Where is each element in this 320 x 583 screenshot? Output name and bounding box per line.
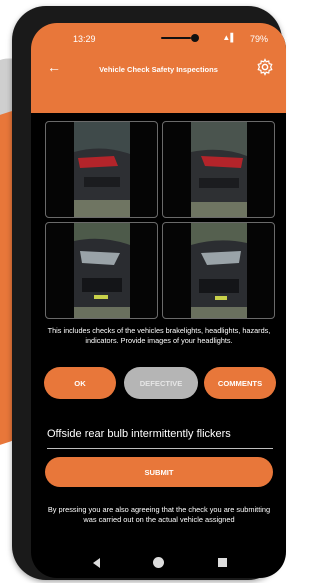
photo-grid bbox=[45, 121, 275, 319]
photo-tile-front-left[interactable] bbox=[45, 222, 158, 319]
status-time: 13:29 bbox=[73, 34, 96, 44]
photo-tile-rear-right[interactable] bbox=[162, 121, 275, 218]
status-bar: 13:29 ▲▌ 79% bbox=[31, 23, 286, 49]
android-nav-bar bbox=[31, 548, 286, 578]
app-header: 13:29 ▲▌ 79% ← Vehicle Check Safety Insp… bbox=[31, 23, 286, 113]
nav-home-icon[interactable] bbox=[153, 557, 164, 568]
page-title: Vehicle Check Safety Inspections bbox=[99, 65, 218, 74]
title-bar: ← Vehicle Check Safety Inspections bbox=[31, 49, 286, 89]
check-description: This includes checks of the vehicles bra… bbox=[47, 326, 271, 345]
camera-dot bbox=[191, 34, 199, 42]
headlight-image bbox=[74, 223, 130, 318]
defective-button[interactable]: DEFECTIVE bbox=[124, 367, 198, 399]
photo-tile-front-right[interactable] bbox=[162, 222, 275, 319]
ok-button[interactable]: OK bbox=[44, 367, 116, 399]
speaker-notch bbox=[161, 37, 191, 39]
nav-back-icon[interactable] bbox=[93, 558, 100, 568]
nav-recent-apps-icon[interactable] bbox=[218, 558, 227, 567]
photo-tile-rear-left[interactable] bbox=[45, 121, 158, 218]
phone-frame: 13:29 ▲▌ 79% ← Vehicle Check Safety Insp… bbox=[12, 6, 286, 580]
signal-icon: ▲▌ bbox=[222, 33, 236, 42]
gear-icon[interactable] bbox=[256, 58, 274, 76]
battery-percent: 79% bbox=[249, 34, 268, 44]
app-screen: 13:29 ▲▌ 79% ← Vehicle Check Safety Insp… bbox=[31, 23, 286, 578]
comment-input[interactable]: Offside rear bulb intermittently flicker… bbox=[47, 428, 273, 449]
comments-button[interactable]: COMMENTS bbox=[204, 367, 276, 399]
rear-light-image bbox=[191, 122, 247, 217]
status-button-row: OK DEFECTIVE COMMENTS bbox=[44, 367, 276, 399]
submit-button[interactable]: SUBMIT bbox=[45, 457, 273, 487]
rear-light-image bbox=[74, 122, 130, 217]
agreement-text: By pressing you are also agreeing that t… bbox=[47, 505, 271, 524]
headlight-image bbox=[191, 223, 247, 318]
